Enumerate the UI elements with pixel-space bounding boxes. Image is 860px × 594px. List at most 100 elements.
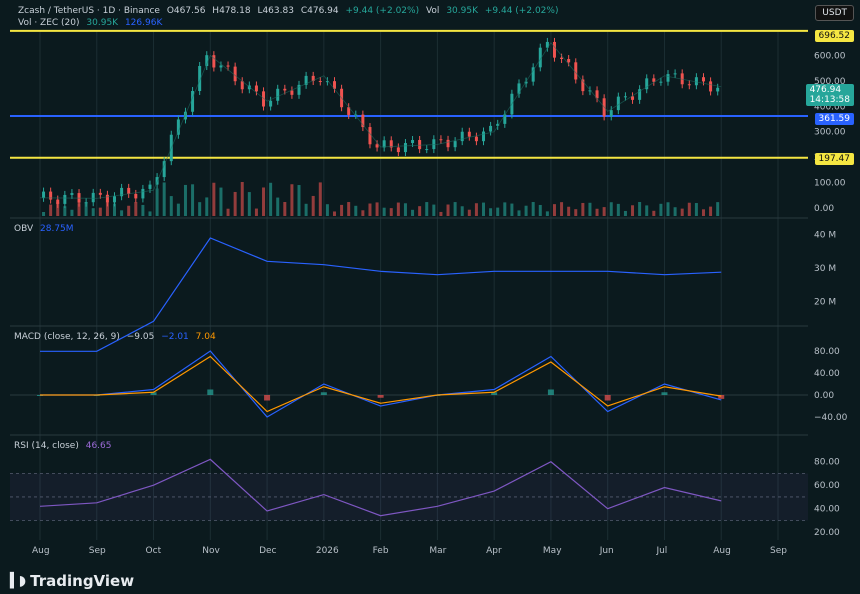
- vol-indicator-header[interactable]: Vol · ZEC (20) 30.95K 126.96K: [18, 18, 166, 28]
- candle-body: [176, 119, 180, 135]
- volume-bar: [574, 209, 578, 216]
- current-price: 476.94: [809, 85, 842, 95]
- volume-bar: [120, 210, 124, 216]
- volume-bar: [169, 196, 173, 216]
- chart-canvas[interactable]: 600.00500.00400.00300.00200.00100.000.00…: [0, 0, 860, 594]
- vol-zec-a: 30.95K: [86, 18, 119, 28]
- candle-body: [276, 88, 280, 101]
- candle-body: [659, 81, 663, 83]
- ohlc-change: +9.44 (+2.02%): [345, 6, 420, 16]
- volume-bar: [631, 205, 635, 216]
- vol-value: 30.95K: [446, 6, 478, 16]
- volume-bar: [666, 202, 670, 216]
- volume-bar: [290, 184, 294, 216]
- volume-bar: [205, 197, 209, 216]
- volume-bar: [567, 206, 571, 216]
- volume-bar: [134, 202, 138, 216]
- volume-bar: [552, 204, 556, 216]
- candle-body: [148, 184, 152, 189]
- volume-bar: [49, 204, 53, 216]
- obv-axis-tick: 20 M: [814, 297, 836, 307]
- candle-body: [49, 191, 53, 200]
- candle-body: [134, 193, 138, 199]
- volume-bar: [396, 202, 400, 216]
- volume-bar: [262, 187, 266, 216]
- volume-bar: [609, 202, 613, 216]
- ohlc-open: O467.56: [166, 6, 206, 16]
- candle-body: [91, 192, 95, 203]
- volume-bar: [503, 202, 507, 216]
- macd-header[interactable]: MACD (close, 12, 26, 9) −9.05 −2.01 7.04: [14, 332, 220, 342]
- x-axis-tick: Feb: [373, 546, 389, 556]
- candle-body: [609, 110, 613, 117]
- volume-bar: [297, 185, 301, 216]
- volume-bar: [361, 210, 365, 216]
- ohlc-high: H478.18: [212, 6, 251, 16]
- x-axis-tick: May: [543, 546, 562, 556]
- volume-bar: [581, 202, 585, 216]
- volume-bar: [127, 205, 131, 216]
- candle-body: [411, 140, 415, 144]
- rsi-axis-tick: 80.00: [814, 458, 840, 468]
- candle-body: [652, 78, 656, 82]
- volume-bar: [375, 202, 379, 216]
- volume-bar: [460, 206, 464, 216]
- volume-bar: [233, 191, 237, 216]
- currency-button[interactable]: USDT: [815, 5, 854, 21]
- candle-body: [318, 80, 322, 82]
- vol-change: +9.44 (+2.02%): [484, 6, 559, 16]
- volume-bar: [595, 208, 599, 216]
- candle-body: [467, 131, 471, 137]
- price-axis-tick: 100.00: [814, 179, 846, 189]
- volume-bar: [105, 202, 109, 216]
- obv-header[interactable]: OBV 28.75M: [14, 224, 78, 234]
- candle-body: [368, 127, 372, 145]
- candle-body: [425, 149, 429, 151]
- vol-zec-b: 126.96K: [124, 18, 163, 28]
- volume-bar: [325, 204, 329, 216]
- ohlc-low: L463.83: [257, 6, 294, 16]
- volume-bar: [347, 202, 351, 216]
- x-axis-tick: Jun: [599, 546, 614, 556]
- candle-body: [567, 59, 571, 63]
- macd-v2: −2.01: [161, 332, 189, 342]
- volume-bar: [680, 208, 684, 216]
- macd-axis-tick: −40.00: [814, 413, 848, 423]
- candle-body: [460, 131, 464, 142]
- candle-body: [269, 100, 273, 107]
- tradingview-logo[interactable]: ▍◗ TradingView: [10, 572, 134, 590]
- candle-body: [375, 144, 379, 148]
- volume-bar: [687, 202, 691, 216]
- rsi-header[interactable]: RSI (14, close) 46.65: [14, 441, 116, 451]
- volume-bar: [70, 209, 74, 216]
- volume-bar: [560, 202, 564, 216]
- volume-bar: [340, 204, 344, 216]
- volume-bar: [113, 203, 117, 216]
- candle-body: [453, 141, 457, 148]
- candle-body: [709, 81, 713, 92]
- volume-bar: [389, 208, 393, 216]
- macd-label: MACD (close, 12, 26, 9): [14, 332, 120, 342]
- candle-body: [489, 125, 493, 132]
- macd-v3: 7.04: [195, 332, 216, 342]
- volume-bar: [467, 209, 471, 216]
- ohlc-close: C476.94: [300, 6, 339, 16]
- candle-body: [560, 57, 564, 60]
- candle-body: [503, 114, 507, 124]
- upper-level-badge: 696.52: [814, 30, 854, 42]
- volume-bar: [141, 204, 145, 216]
- candle-body: [141, 188, 145, 199]
- volume-bar: [368, 203, 372, 216]
- rsi-value: 46.65: [85, 441, 112, 451]
- price-axis-tick: 300.00: [814, 128, 846, 138]
- candle-body: [98, 192, 102, 195]
- macd-axis-tick: 0.00: [814, 391, 834, 401]
- volume-bar: [694, 203, 698, 216]
- volume-bar: [489, 208, 493, 216]
- volume-bar: [432, 204, 436, 216]
- volume-bar: [240, 182, 244, 216]
- lower-level-badge: 197.47: [814, 153, 854, 165]
- volume-bar: [524, 205, 528, 216]
- symbol-name[interactable]: Zcash / TetherUS · 1D · Binance: [18, 6, 160, 16]
- candle-body: [474, 136, 478, 142]
